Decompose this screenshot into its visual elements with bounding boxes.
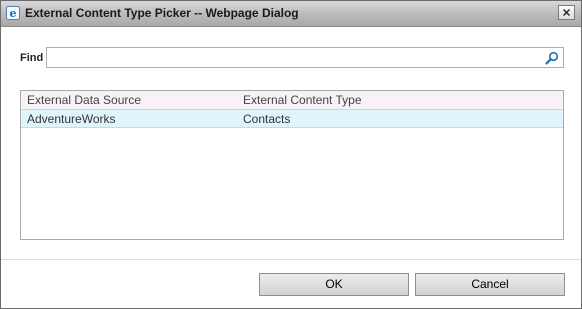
column-header-external-content-type[interactable]: External Content Type [243, 93, 362, 107]
close-icon [563, 9, 570, 16]
ie-app-icon: e [6, 6, 20, 20]
table-row[interactable]: AdventureWorks Contacts [21, 109, 563, 128]
window-title: External Content Type Picker -- Webpage … [25, 6, 299, 20]
results-grid: External Data Source External Content Ty… [20, 90, 564, 240]
title-bar[interactable]: e External Content Type Picker -- Webpag… [1, 1, 581, 27]
cancel-button[interactable]: Cancel [415, 273, 565, 296]
grid-header: External Data Source External Content Ty… [21, 91, 563, 110]
close-button[interactable] [558, 5, 575, 20]
footer-divider [1, 259, 581, 260]
column-header-external-data-source[interactable]: External Data Source [27, 93, 141, 107]
ok-button[interactable]: OK [259, 273, 409, 296]
dialog-window: e External Content Type Picker -- Webpag… [0, 0, 582, 309]
search-icon[interactable] [545, 51, 559, 65]
svg-text:e: e [10, 7, 17, 20]
find-label: Find [20, 52, 44, 64]
cell-external-data-source: AdventureWorks [27, 112, 116, 126]
find-input[interactable] [46, 47, 564, 68]
cell-external-content-type: Contacts [243, 112, 291, 126]
